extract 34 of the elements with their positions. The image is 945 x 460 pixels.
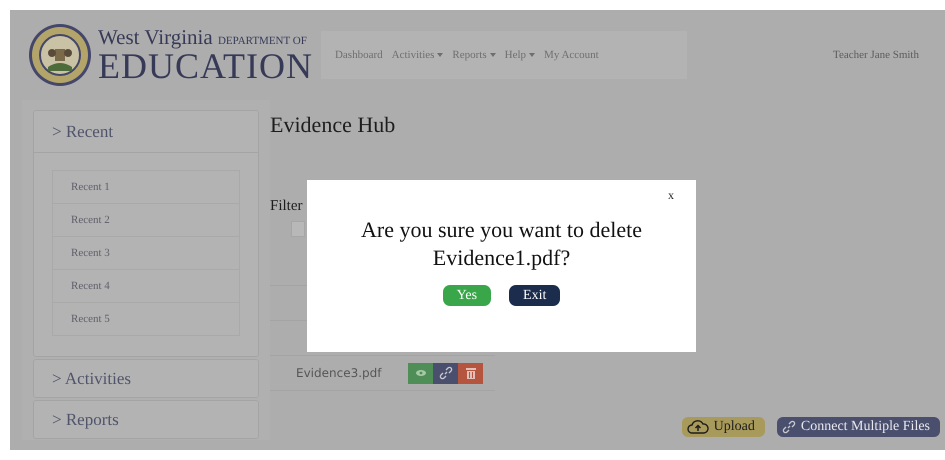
- nav-link[interactable]: My Account: [544, 49, 599, 61]
- eye-icon: [416, 370, 426, 376]
- yes-button[interactable]: Yes: [442, 285, 492, 306]
- recent-item[interactable]: Recent 5: [53, 302, 239, 335]
- cloud-upload-icon: [686, 420, 709, 434]
- logo-wordmark: EDUCATION: [98, 48, 313, 84]
- user-name: Teacher Jane Smith: [833, 49, 919, 61]
- connect-button[interactable]: Connect Multiple Files: [776, 417, 940, 437]
- confirm-message: Are you sure you want to delete Evidence1.pdf?: [360, 216, 644, 272]
- recent-item[interactable]: Recent 3: [53, 236, 239, 269]
- link-icon: [438, 366, 452, 380]
- nav-link[interactable]: Help: [504, 49, 536, 61]
- view-button[interactable]: [408, 362, 433, 384]
- page-title: Evidence Hub: [270, 112, 396, 139]
- logo-text: West Virginia DEPARTMENT OF: [98, 26, 308, 48]
- state-seal-icon: [28, 23, 92, 87]
- link-icon: [782, 420, 796, 434]
- accordion-header[interactable]: > Recent: [34, 111, 258, 153]
- filter-label: Filter: [270, 198, 302, 215]
- nav-link[interactable]: Reports: [452, 49, 496, 61]
- nav-link[interactable]: Activities: [392, 49, 444, 61]
- recent-item[interactable]: Recent 4: [53, 269, 239, 302]
- exit-button[interactable]: Exit: [509, 285, 560, 306]
- close-button[interactable]: x: [668, 188, 674, 203]
- delete-button[interactable]: [458, 362, 483, 384]
- recent-item[interactable]: Recent 2: [53, 203, 239, 236]
- recent-item[interactable]: Recent 1: [53, 171, 239, 203]
- nav-link[interactable]: Dashboard: [334, 49, 383, 61]
- accordion-header[interactable]: > Reports: [34, 401, 258, 438]
- trash-icon: [466, 367, 476, 379]
- file-name: Evidence3.pdf: [296, 366, 383, 380]
- link-button[interactable]: [433, 362, 458, 384]
- upload-button[interactable]: Upload: [682, 417, 765, 437]
- accordion-header[interactable]: > Activities: [34, 360, 258, 397]
